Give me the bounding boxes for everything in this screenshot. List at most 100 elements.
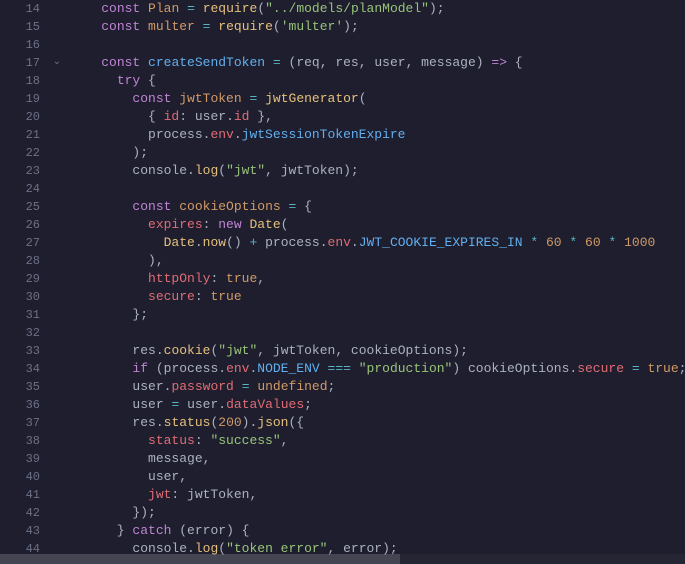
code-line[interactable]: expires: new Date( — [70, 216, 685, 234]
code-line[interactable]: ); — [70, 144, 685, 162]
token: => — [491, 55, 507, 70]
code-line[interactable]: ), — [70, 252, 685, 270]
token: console — [132, 163, 187, 178]
code-line[interactable]: const multer = require('multer'); — [70, 18, 685, 36]
line-number: 33 — [10, 342, 40, 360]
token: . — [195, 235, 203, 250]
token: = — [632, 361, 640, 376]
fold-spacer — [48, 270, 66, 288]
code-line[interactable] — [70, 180, 685, 198]
code-line[interactable]: jwt: jwtToken, — [70, 486, 685, 504]
token — [577, 235, 585, 250]
code-line[interactable]: const Plan = require("../models/planMode… — [70, 0, 685, 18]
code-line[interactable]: res.cookie("jwt", jwtToken, cookieOption… — [70, 342, 685, 360]
fold-spacer — [48, 396, 66, 414]
token — [624, 361, 632, 376]
token: cookieOptions — [468, 361, 569, 376]
code-line[interactable]: user = user.dataValues; — [70, 396, 685, 414]
code-line[interactable]: process.env.jwtSessionTokenExpire — [70, 126, 685, 144]
code-line[interactable]: const cookieOptions = { — [70, 198, 685, 216]
token: process — [164, 361, 219, 376]
fold-toggle-icon[interactable]: ⌄ — [48, 54, 66, 72]
token: jwtToken — [179, 91, 241, 106]
code-line[interactable]: res.status(200).json({ — [70, 414, 685, 432]
token: . — [351, 235, 359, 250]
code-line[interactable]: } catch (error) { — [70, 522, 685, 540]
token — [70, 235, 164, 250]
line-number: 38 — [10, 432, 40, 450]
token — [70, 91, 132, 106]
line-number: 20 — [10, 108, 40, 126]
code-line[interactable]: const jwtToken = jwtGenerator( — [70, 90, 685, 108]
token: ( — [281, 55, 297, 70]
token: dataValues — [226, 397, 304, 412]
token: env — [328, 235, 351, 250]
code-line[interactable]: }; — [70, 306, 685, 324]
token: const — [101, 1, 140, 16]
line-number: 34 — [10, 360, 40, 378]
code-editor[interactable]: 1415161718192021222324252627282930313233… — [0, 0, 685, 564]
code-line[interactable] — [70, 36, 685, 54]
scrollbar-thumb[interactable] — [0, 554, 400, 564]
fold-spacer — [48, 126, 66, 144]
token: . — [156, 343, 164, 358]
token: true — [647, 361, 678, 376]
line-number: 43 — [10, 522, 40, 540]
fold-spacer — [48, 360, 66, 378]
token: , — [249, 487, 257, 502]
token: . — [226, 109, 234, 124]
fold-spacer — [48, 504, 66, 522]
code-line[interactable] — [70, 324, 685, 342]
code-line[interactable]: status: "success", — [70, 432, 685, 450]
line-number: 23 — [10, 162, 40, 180]
token: : — [195, 433, 211, 448]
token — [351, 361, 359, 376]
token: new — [218, 217, 241, 232]
token: jwt — [148, 487, 171, 502]
code-line[interactable]: secure: true — [70, 288, 685, 306]
line-number: 32 — [10, 324, 40, 342]
code-line[interactable]: console.log("jwt", jwtToken); — [70, 162, 685, 180]
token: ( — [281, 217, 289, 232]
token: true — [226, 271, 257, 286]
token: 60 — [585, 235, 601, 250]
code-line[interactable]: try { — [70, 72, 685, 90]
fold-spacer — [48, 378, 66, 396]
token — [70, 163, 132, 178]
fold-spacer — [48, 108, 66, 126]
code-line[interactable]: message, — [70, 450, 685, 468]
token: ( — [359, 91, 367, 106]
code-line[interactable]: const createSendToken = (req, res, user,… — [70, 54, 685, 72]
token: cookie — [164, 343, 211, 358]
token: 1000 — [624, 235, 655, 250]
code-line[interactable]: if (process.env.NODE_ENV === "production… — [70, 360, 685, 378]
code-line[interactable]: }); — [70, 504, 685, 522]
token: undefined — [257, 379, 327, 394]
token — [265, 55, 273, 70]
token: ( — [148, 361, 164, 376]
code-area[interactable]: const Plan = require("../models/planMode… — [66, 0, 685, 564]
fold-column[interactable]: ⌄ — [48, 0, 66, 564]
token — [70, 379, 132, 394]
token: true — [210, 289, 241, 304]
token: process — [265, 235, 320, 250]
fold-spacer — [48, 90, 66, 108]
token: log — [195, 163, 218, 178]
token: json — [257, 415, 288, 430]
line-number: 24 — [10, 180, 40, 198]
token: ); — [452, 343, 468, 358]
token — [70, 343, 132, 358]
token — [257, 235, 265, 250]
code-line[interactable]: user.password = undefined; — [70, 378, 685, 396]
code-line[interactable]: { id: user.id }, — [70, 108, 685, 126]
token: ), — [70, 253, 164, 268]
code-line[interactable]: user, — [70, 468, 685, 486]
line-number: 40 — [10, 468, 40, 486]
horizontal-scrollbar[interactable] — [0, 554, 685, 564]
token — [179, 397, 187, 412]
code-line[interactable]: httpOnly: true, — [70, 270, 685, 288]
line-number: 18 — [10, 72, 40, 90]
code-line[interactable]: Date.now() + process.env.JWT_COOKIE_EXPI… — [70, 234, 685, 252]
token: res — [132, 343, 155, 358]
token: createSendToken — [148, 55, 265, 70]
